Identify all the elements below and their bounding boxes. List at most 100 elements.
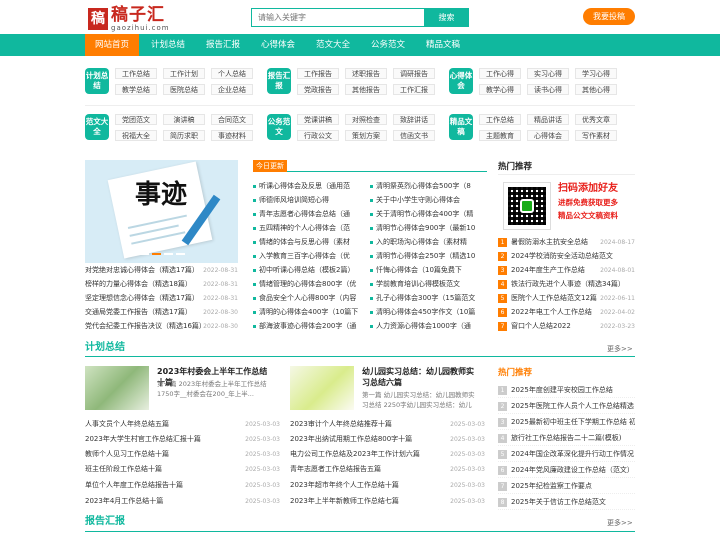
category-link[interactable]: 祝福大全: [115, 130, 157, 141]
category-label[interactable]: 公务范文: [267, 114, 291, 140]
category-link[interactable]: 党政报告: [297, 84, 339, 95]
list-item[interactable]: 2 2024学校消防安全活动总结范文: [498, 250, 635, 263]
nav-item-samples[interactable]: 范文大全: [307, 34, 359, 56]
category-link[interactable]: 心得体会: [527, 130, 569, 141]
list-item[interactable]: 32025最新初中班主任下学期工作总结 初中班: [498, 414, 635, 430]
category-label[interactable]: 范文大全: [85, 114, 109, 140]
category-link[interactable]: 工作汇报: [393, 84, 435, 95]
featured-banner[interactable]: 事迹: [85, 160, 238, 263]
category-link[interactable]: 工作计划: [163, 68, 205, 79]
list-item[interactable]: 2 2025年医院工作人员个人工作总结精选: [498, 398, 635, 414]
list-item[interactable]: 初中听课心得总结（模板2篇）: [253, 264, 365, 277]
carousel-dots[interactable]: [140, 253, 185, 255]
featured-article[interactable]: 幼儿园实习总结：幼儿园教师实习总结六篇 第一篇 幼儿园实习总结：幼儿园教师实习总…: [290, 366, 480, 411]
section-title-report[interactable]: 报告汇报: [85, 515, 125, 529]
list-item[interactable]: 6 2024年党风廉政建设工作总结（范文）: [498, 462, 635, 478]
section-title-plan-summary[interactable]: 计划总结: [85, 341, 125, 355]
category-link[interactable]: 演讲稿: [163, 114, 205, 125]
category-link[interactable]: 工作报告: [297, 68, 339, 79]
list-item[interactable]: 5 2024年国企改革深化提升行动工作情况: [498, 446, 635, 462]
list-item[interactable]: 2023年4月工作总结十篇 2025-03-03: [85, 495, 280, 508]
list-item[interactable]: 部海波事迹心得体会200字（通: [253, 320, 365, 333]
category-link[interactable]: 对照检查: [345, 114, 387, 125]
category-link[interactable]: 策划方案: [345, 130, 387, 141]
category-link[interactable]: 行政公文: [297, 130, 339, 141]
category-link[interactable]: 事迹材料: [211, 130, 253, 141]
list-item[interactable]: 3 2024年度生产工作总结 2024-08-01: [498, 264, 635, 277]
category-link[interactable]: 党团范文: [115, 114, 157, 125]
list-item[interactable]: 班主任阶段工作总结十篇 2025-03-03: [85, 463, 280, 476]
list-item[interactable]: 入的职场沟心得体会（素材精: [370, 236, 487, 249]
nav-item-premium[interactable]: 精品文稿: [417, 34, 469, 56]
featured-article[interactable]: 2023年村委会上半年工作总结十篇 第一篇 2023年村委会上半年工作总结 17…: [85, 366, 275, 411]
list-item[interactable]: 7 2025年纪检监察工作要点: [498, 478, 635, 494]
category-link[interactable]: 信函文书: [393, 130, 435, 141]
list-item[interactable]: 情绪的体会与反思心得（素材: [253, 236, 365, 249]
category-link[interactable]: 致辞讲话: [393, 114, 435, 125]
list-item[interactable]: 清明节心得体会250字（精选10: [370, 250, 487, 263]
list-item[interactable]: 2023年大学生村官工作总结汇报十篇 2025-03-03: [85, 433, 280, 446]
list-item[interactable]: 忏悔心得体会（10篇免费下: [370, 264, 487, 277]
list-item[interactable]: 青年志愿者工作总结报告五篇 2025-03-03: [290, 463, 485, 476]
list-item[interactable]: 5 医院个人工作总结范文12篇 2022-06-11: [498, 292, 635, 305]
list-item[interactable]: 7 窗口个人总结2022 2022-03-23: [498, 320, 635, 333]
category-link[interactable]: 学习心得: [575, 68, 617, 79]
category-link[interactable]: 合同范文: [211, 114, 253, 125]
list-item[interactable]: 入学教育三百字心得体会（优: [253, 250, 365, 263]
list-item[interactable]: 听课心得体会及反思（通用范: [253, 180, 365, 193]
list-item[interactable]: 4 旅行社工作总结报告二十二篇(模板): [498, 430, 635, 446]
category-label[interactable]: 计划总结: [85, 68, 109, 94]
submit-article-button[interactable]: 我要投稿: [583, 8, 635, 25]
list-item[interactable]: 电力公司工作总结及2023年工作计划六篇 2025-03-03: [290, 448, 485, 461]
list-item[interactable]: 坚定理想信念心得体会（精选17篇） 2022-08-31: [85, 292, 238, 305]
category-link[interactable]: 其他报告: [345, 84, 387, 95]
list-item[interactable]: 8 2025年关于信访工作总结范文: [498, 494, 635, 510]
list-item[interactable]: 情绪管理的心得体会800字（优: [253, 278, 365, 291]
category-link[interactable]: 述职报告: [345, 68, 387, 79]
list-item[interactable]: 关于中小学生守则心得体会: [370, 194, 487, 207]
nav-item-plan-summary[interactable]: 计划总结: [142, 34, 194, 56]
list-item[interactable]: 学前教育培训心得模板范文: [370, 278, 487, 291]
category-link[interactable]: 写作素材: [575, 130, 617, 141]
more-link[interactable]: 更多>>: [607, 342, 633, 356]
category-link[interactable]: 主题教育: [479, 130, 521, 141]
list-item[interactable]: 6 2022年电工个人工作总结 2022-04-02: [498, 306, 635, 319]
category-link[interactable]: 医院总结: [163, 84, 205, 95]
list-item[interactable]: 2023年上半年新教师工作总结七篇 2025-03-03: [290, 495, 485, 508]
list-item[interactable]: 清明节心得体会900字（最新10: [370, 222, 487, 235]
list-item[interactable]: 清明祭英烈心得体会500字（8: [370, 180, 487, 193]
list-item[interactable]: 教师个人见习工作总结十篇 2025-03-03: [85, 448, 280, 461]
list-item[interactable]: 单位个人年度工作总结报告十篇 2025-03-03: [85, 479, 280, 492]
category-link[interactable]: 工作心得: [479, 68, 521, 79]
list-item[interactable]: 党代会纪委工作报告决议（精选16篇） 2022-08-30: [85, 320, 238, 333]
category-label[interactable]: 心得体会: [449, 68, 473, 94]
list-item[interactable]: 1 2025年度创建平安校园工作总结: [498, 382, 635, 398]
category-label[interactable]: 精品文稿: [449, 114, 473, 140]
list-item[interactable]: 2023审计个人年终总结推荐十篇 2025-03-03: [290, 418, 485, 431]
list-item[interactable]: 师德师风培训简短心得: [253, 194, 365, 207]
tab-today-updates[interactable]: 今日更新: [253, 160, 287, 172]
list-item[interactable]: 交通局党委工作报告（精选17篇） 2022-08-30: [85, 306, 238, 319]
list-item[interactable]: 2023年超市年终个人工作总结十篇 2025-03-03: [290, 479, 485, 492]
category-link[interactable]: 读书心得: [527, 84, 569, 95]
nav-item-report[interactable]: 报告汇报: [197, 34, 249, 56]
list-item[interactable]: 2023年出纳试用期工作总结800字十篇 2025-03-03: [290, 433, 485, 446]
nav-item-official[interactable]: 公务范文: [362, 34, 414, 56]
nav-item-home[interactable]: 网站首页: [85, 34, 139, 56]
category-link[interactable]: 党课讲稿: [297, 114, 339, 125]
list-item[interactable]: 榜样的力量心得体会（精选18篇） 2022-08-31: [85, 278, 238, 291]
category-link[interactable]: 调研报告: [393, 68, 435, 79]
list-item[interactable]: 关于清明节心得体会400字（精: [370, 208, 487, 221]
more-link[interactable]: 更多>>: [607, 516, 633, 530]
list-item[interactable]: 清明的心得体会400字（10篇下: [253, 306, 365, 319]
category-link[interactable]: 教学心得: [479, 84, 521, 95]
list-item[interactable]: 人事文员个人年终总结五篇 2025-03-03: [85, 418, 280, 431]
site-logo[interactable]: 稿 稿子汇 gaozihui.com: [88, 6, 170, 32]
list-item[interactable]: 孔子心得体会300字（15篇范文: [370, 292, 487, 305]
list-item[interactable]: 对党绝对忠诚心得体会（精选17篇） 2022-08-31: [85, 264, 238, 277]
list-item[interactable]: 4 铁法行政先进个人事迹（精选34篇）: [498, 278, 635, 291]
category-link[interactable]: 企业总结: [211, 84, 253, 95]
category-link[interactable]: 精品讲话: [527, 114, 569, 125]
category-link[interactable]: 其他心得: [575, 84, 617, 95]
category-link[interactable]: 工作总结: [479, 114, 521, 125]
